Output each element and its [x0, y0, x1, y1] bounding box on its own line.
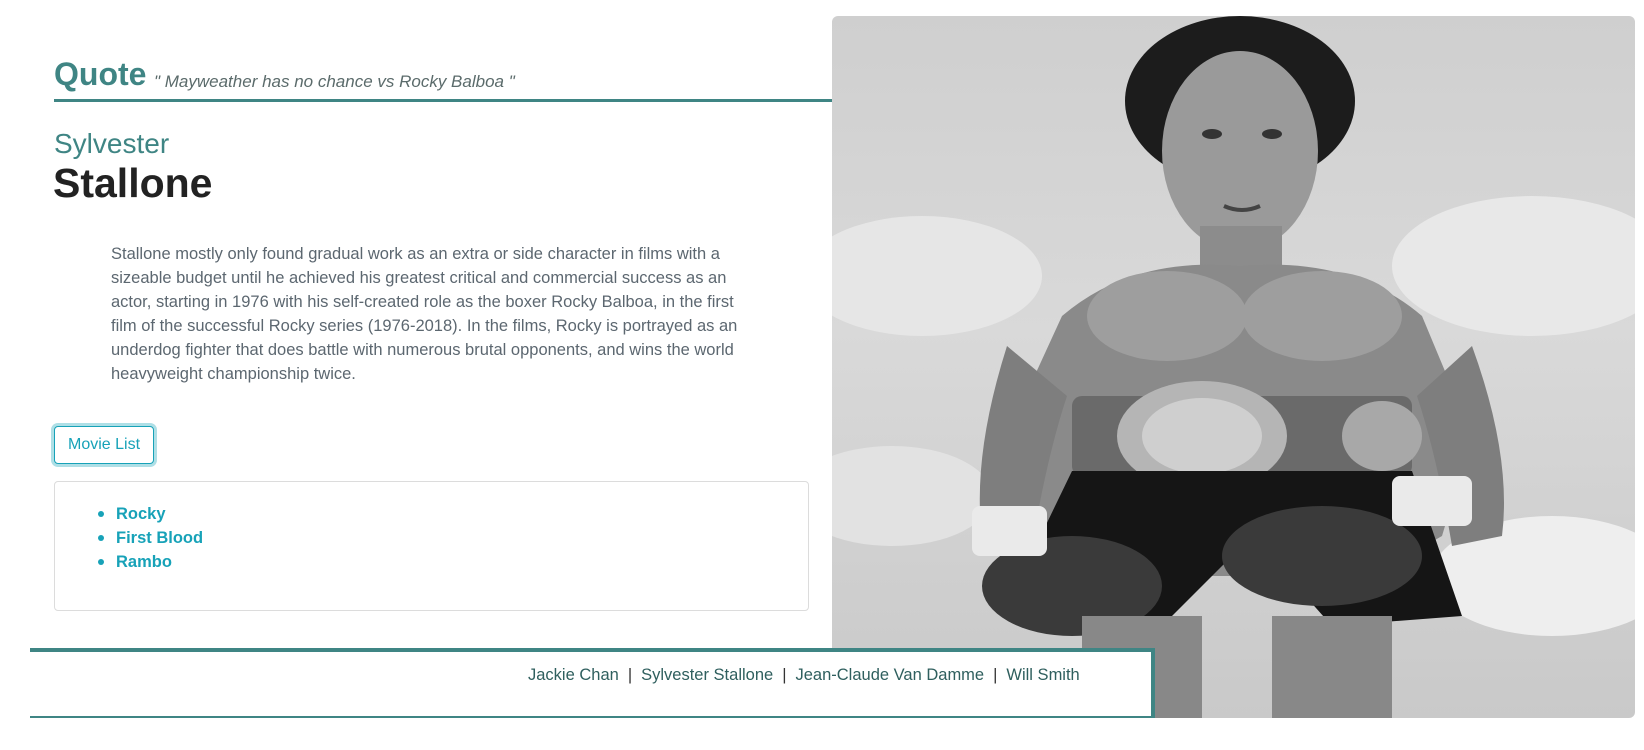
actor-bio: Stallone mostly only found gradual work … — [111, 245, 738, 383]
footer-separator: | — [782, 666, 787, 684]
movie-list-card: Rocky First Blood Rambo — [54, 481, 809, 611]
movie-list-item[interactable]: Rocky — [97, 502, 203, 526]
actor-photo — [832, 16, 1635, 718]
actor-last-name: Stallone — [53, 160, 213, 206]
movie-list: Rocky First Blood Rambo — [97, 502, 203, 574]
quote-title: Quote — [54, 56, 147, 92]
quote-header: Quote " Mayweather has no chance vs Rock… — [54, 52, 832, 102]
footer-link-jackie-chan[interactable]: Jackie Chan — [528, 666, 619, 684]
movie-list-item[interactable]: First Blood — [97, 526, 203, 550]
footer-separator: | — [993, 666, 998, 684]
boxer-photo-icon — [832, 16, 1635, 718]
footer-link-jean-claude-van-damme[interactable]: Jean-Claude Van Damme — [795, 666, 984, 684]
footer-nav: Jackie Chan | Sylvester Stallone | Jean-Clau… — [30, 648, 1155, 718]
page: Quote " Mayweather has no chance vs Rock… — [0, 0, 1644, 750]
footer-link-sylvester-stallone[interactable]: Sylvester Stallone — [641, 666, 773, 684]
movie-list-button[interactable]: Movie List — [54, 426, 154, 464]
quote-text: " Mayweather has no chance vs Rocky Balb… — [154, 72, 515, 91]
movie-list-item[interactable]: Rambo — [97, 550, 203, 574]
footer-links: Jackie Chan | Sylvester Stallone | Jean-Clau… — [528, 666, 1080, 685]
actor-first-name: Sylvester — [54, 128, 170, 159]
footer-link-will-smith[interactable]: Will Smith — [1006, 666, 1079, 684]
footer-separator: | — [627, 666, 633, 684]
